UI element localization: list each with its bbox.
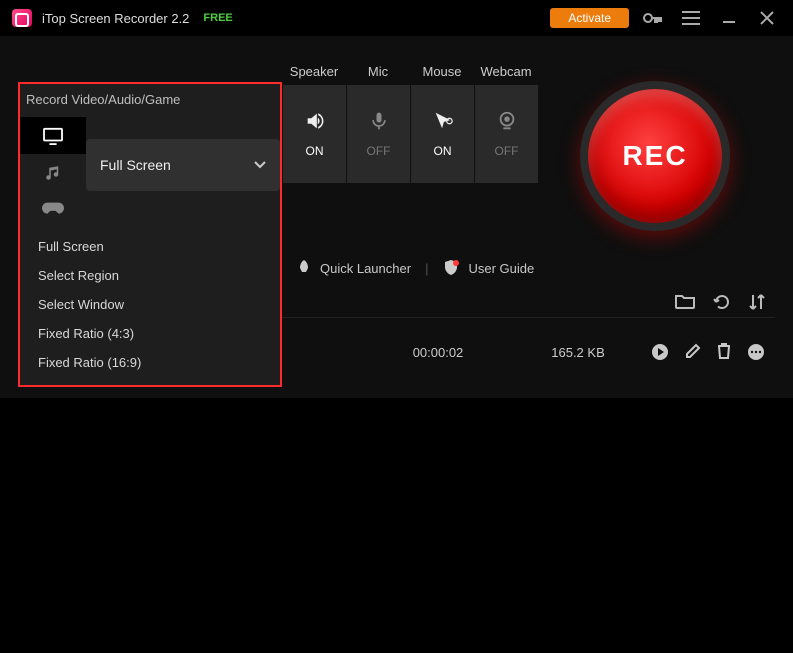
game-mode-tab[interactable] <box>20 191 86 228</box>
capture-area-dropdown[interactable]: Full Screen <box>86 139 280 191</box>
quick-launcher-link[interactable]: Quick Launcher <box>296 260 411 276</box>
menu-option[interactable]: Select Window <box>20 290 280 319</box>
video-size: 165.2 KB <box>508 345 648 360</box>
speaker-icon <box>304 110 326 132</box>
mode-header-row: Record Video/Audio/Game Speaker Mic Mous… <box>18 64 775 79</box>
dropdown-selected: Full Screen <box>100 157 171 173</box>
mic-toggle[interactable]: OFF <box>346 85 410 183</box>
audio-mode-tab[interactable] <box>20 154 86 191</box>
menu-option[interactable]: Fixed Ratio (4:3) <box>20 319 280 348</box>
menu-icon[interactable] <box>677 4 705 32</box>
webcam-toggle[interactable]: OFF <box>474 85 538 183</box>
video-duration: 00:00:02 <box>368 345 508 360</box>
menu-option[interactable]: Fixed Ratio (16:9) <box>20 348 280 377</box>
app-title: iTop Screen Recorder 2.2 <box>42 11 189 26</box>
titlebar: iTop Screen Recorder 2.2 FREE Activate <box>0 0 793 36</box>
webcam-icon <box>496 110 518 132</box>
play-icon[interactable] <box>651 343 669 361</box>
rocket-icon <box>296 260 312 276</box>
user-guide-link[interactable]: User Guide <box>442 259 534 277</box>
gamepad-icon <box>42 202 64 218</box>
mouse-header: Mouse <box>410 64 474 79</box>
app-logo-icon <box>12 9 32 27</box>
record-panel-title: Record Video/Audio/Game <box>20 84 280 117</box>
mic-icon <box>369 110 389 132</box>
screen-mode-tab[interactable] <box>20 117 86 154</box>
menu-option[interactable]: Select Region <box>20 261 280 290</box>
mic-state: OFF <box>367 144 391 158</box>
capture-area-menu: Full Screen Select Region Select Window … <box>20 228 280 385</box>
edit-icon[interactable] <box>685 343 701 361</box>
shield-icon <box>442 259 460 277</box>
webcam-header: Webcam <box>474 64 538 79</box>
cursor-icon <box>432 110 454 132</box>
music-icon <box>44 164 62 182</box>
record-source-panel: Record Video/Audio/Game Full Screen Full… <box>18 82 282 387</box>
speaker-state: ON <box>306 144 324 158</box>
monitor-icon <box>42 127 64 145</box>
key-icon[interactable] <box>639 4 667 32</box>
menu-option[interactable]: Full Screen <box>20 232 280 261</box>
activate-button[interactable]: Activate <box>550 8 629 28</box>
record-button[interactable]: REC <box>580 81 730 231</box>
minimize-icon[interactable] <box>715 4 743 32</box>
mouse-state: ON <box>434 144 452 158</box>
mouse-toggle[interactable]: ON <box>410 85 474 183</box>
chevron-down-icon <box>254 161 266 169</box>
trash-icon[interactable] <box>717 343 731 361</box>
speaker-header: Speaker <box>282 64 346 79</box>
close-icon[interactable] <box>753 4 781 32</box>
open-folder-icon[interactable] <box>675 293 695 311</box>
mic-header: Mic <box>346 64 410 79</box>
refresh-icon[interactable] <box>713 293 731 311</box>
more-icon[interactable] <box>747 343 765 361</box>
sort-icon[interactable] <box>749 293 765 311</box>
free-badge: FREE <box>203 12 232 24</box>
webcam-state: OFF <box>495 144 519 158</box>
speaker-toggle[interactable]: ON <box>282 85 346 183</box>
